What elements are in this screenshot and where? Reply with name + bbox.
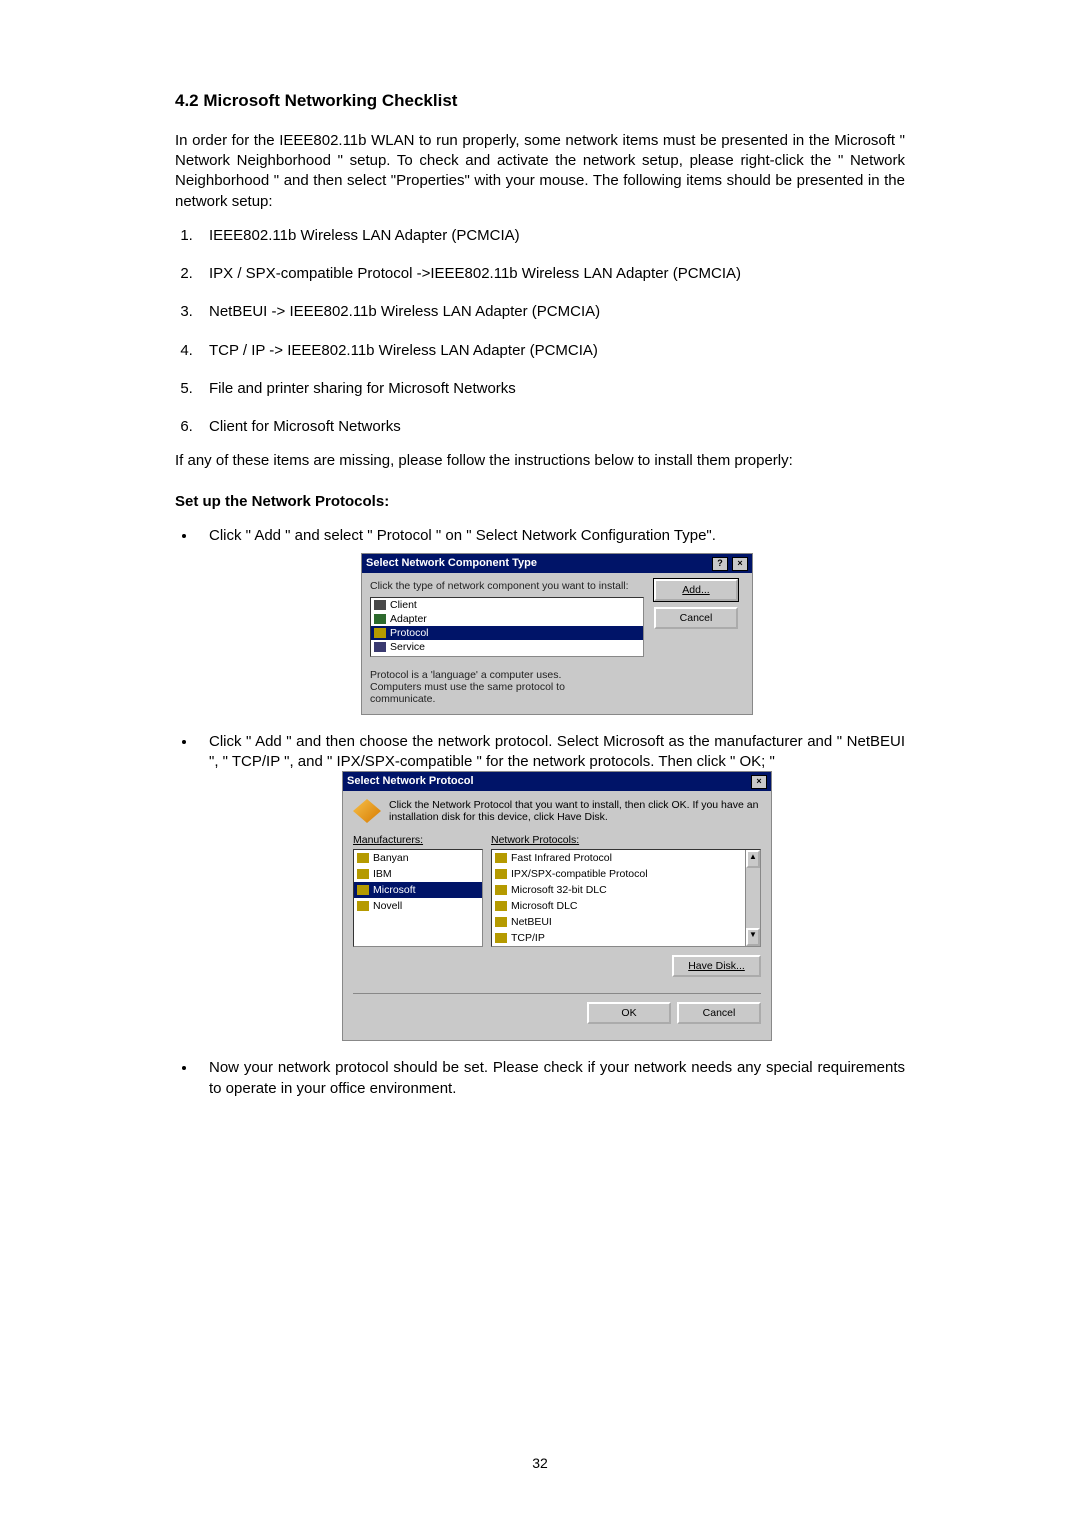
info-icon — [353, 799, 381, 823]
dialog2-top-text: Click the Network Protocol that you want… — [389, 799, 761, 823]
dialog1-caption: Click the type of network component you … — [370, 579, 644, 593]
checklist-item: Client for Microsoft Networks — [197, 417, 905, 437]
dialog-select-component-type: Select Network Component Type ? × Click … — [362, 554, 752, 713]
dialog-select-network-protocol: Select Network Protocol × Click the Netw… — [343, 772, 771, 1040]
protocols-list[interactable]: Fast Infrared Protocol IPX/SPX-compatibl… — [491, 849, 761, 947]
vendor-icon — [357, 869, 369, 879]
cancel-button[interactable]: Cancel — [677, 1002, 761, 1024]
page-number: 32 — [0, 1454, 1080, 1473]
intro-paragraph: In order for the IEEE802.11b WLAN to run… — [175, 131, 905, 212]
ok-button[interactable]: OK — [587, 1002, 671, 1024]
protocol-file-icon — [495, 853, 507, 863]
protocols-label: Network Protocols: — [491, 833, 761, 847]
vendor-icon — [357, 885, 369, 895]
checklist-item: File and printer sharing for Microsoft N… — [197, 379, 905, 399]
missing-paragraph: If any of these items are missing, pleas… — [175, 451, 905, 471]
checklist: IEEE802.11b Wireless LAN Adapter (PCMCIA… — [175, 226, 905, 438]
have-disk-button[interactable]: Have Disk... — [672, 955, 761, 977]
checklist-item: TCP / IP -> IEEE802.11b Wireless LAN Ada… — [197, 341, 905, 361]
scrollbar[interactable]: ▲ ▼ — [745, 850, 760, 946]
service-icon — [374, 642, 386, 652]
protocol-file-icon — [495, 869, 507, 879]
cancel-button[interactable]: Cancel — [654, 607, 738, 629]
scroll-down-icon[interactable]: ▼ — [746, 928, 760, 946]
add-button[interactable]: Add... — [654, 579, 738, 601]
section-heading: 4.2 Microsoft Networking Checklist — [175, 90, 905, 113]
bullet-item: Click " Add " and then choose the networ… — [197, 732, 905, 1041]
protocol-file-icon — [495, 933, 507, 943]
checklist-item: IEEE802.11b Wireless LAN Adapter (PCMCIA… — [197, 226, 905, 246]
adapter-icon — [374, 614, 386, 624]
client-icon — [374, 600, 386, 610]
manufacturers-label: Manufacturers: — [353, 833, 483, 847]
scroll-up-icon[interactable]: ▲ — [746, 850, 760, 868]
protocol-file-icon — [495, 901, 507, 911]
dialog1-hint: Protocol is a 'language' a computer uses… — [370, 669, 600, 705]
protocol-file-icon — [495, 917, 507, 927]
bullet-item: Now your network protocol should be set.… — [197, 1058, 905, 1099]
dialog2-title: Select Network Protocol — [347, 774, 474, 789]
manufacturers-list[interactable]: Banyan IBM Microsoft Novell — [353, 849, 483, 947]
checklist-item: NetBEUI -> IEEE802.11b Wireless LAN Adap… — [197, 302, 905, 322]
help-icon[interactable]: ? — [712, 557, 728, 571]
subheading-protocols: Set up the Network Protocols: — [175, 492, 905, 512]
component-list[interactable]: Client Adapter Protocol Service — [370, 597, 644, 657]
close-icon[interactable]: × — [732, 557, 748, 571]
bullet-item: Click " Add " and select " Protocol " on… — [197, 526, 905, 714]
dialog1-title: Select Network Component Type — [366, 556, 537, 571]
checklist-item: IPX / SPX-compatible Protocol ->IEEE802.… — [197, 264, 905, 284]
protocol-file-icon — [495, 885, 507, 895]
close-icon[interactable]: × — [751, 775, 767, 789]
vendor-icon — [357, 901, 369, 911]
protocol-icon — [374, 628, 386, 638]
vendor-icon — [357, 853, 369, 863]
